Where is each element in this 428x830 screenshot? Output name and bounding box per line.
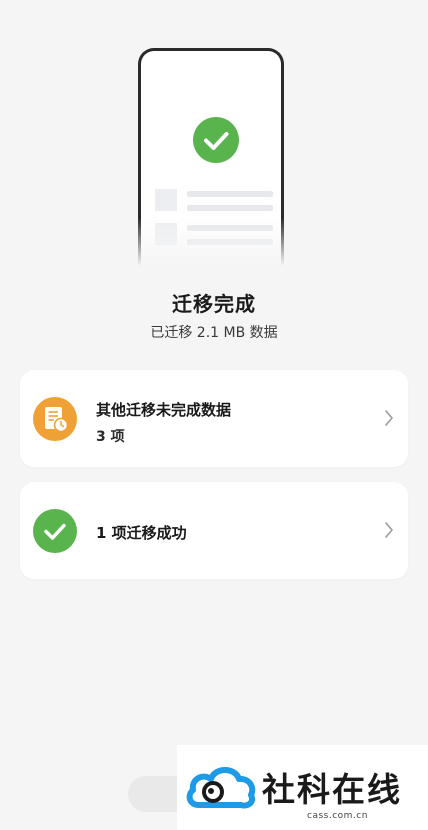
check-circle-icon [193, 117, 239, 163]
watermark: 社科在线 cass.com.cn [177, 745, 428, 830]
card-title: 1 项迁移成功 [96, 524, 187, 542]
card-title: 其他迁移未完成数据 [96, 401, 232, 419]
card-count: 3 项 [96, 429, 125, 445]
migration-summary: 已迁移 2.1 MB 数据 [150, 325, 278, 341]
placeholder-line [187, 205, 273, 211]
incomplete-data-card[interactable]: 其他迁移未完成数据 3 项 [20, 370, 408, 467]
cloud-eye-logo-icon [186, 767, 256, 809]
placeholder-line [187, 191, 273, 197]
migration-success-card[interactable]: 1 项迁移成功 [20, 482, 408, 579]
phone-fade [134, 218, 294, 278]
watermark-domain: cass.com.cn [307, 811, 368, 821]
watermark-text: 社科在线 [262, 770, 402, 809]
chevron-right-icon [385, 522, 393, 538]
chevron-right-icon [385, 410, 393, 426]
phone-illustration [134, 48, 294, 278]
document-clock-icon [33, 397, 77, 441]
check-circle-icon [33, 509, 77, 553]
placeholder-thumbnail [155, 189, 177, 211]
page-title: 迁移完成 [172, 292, 256, 316]
